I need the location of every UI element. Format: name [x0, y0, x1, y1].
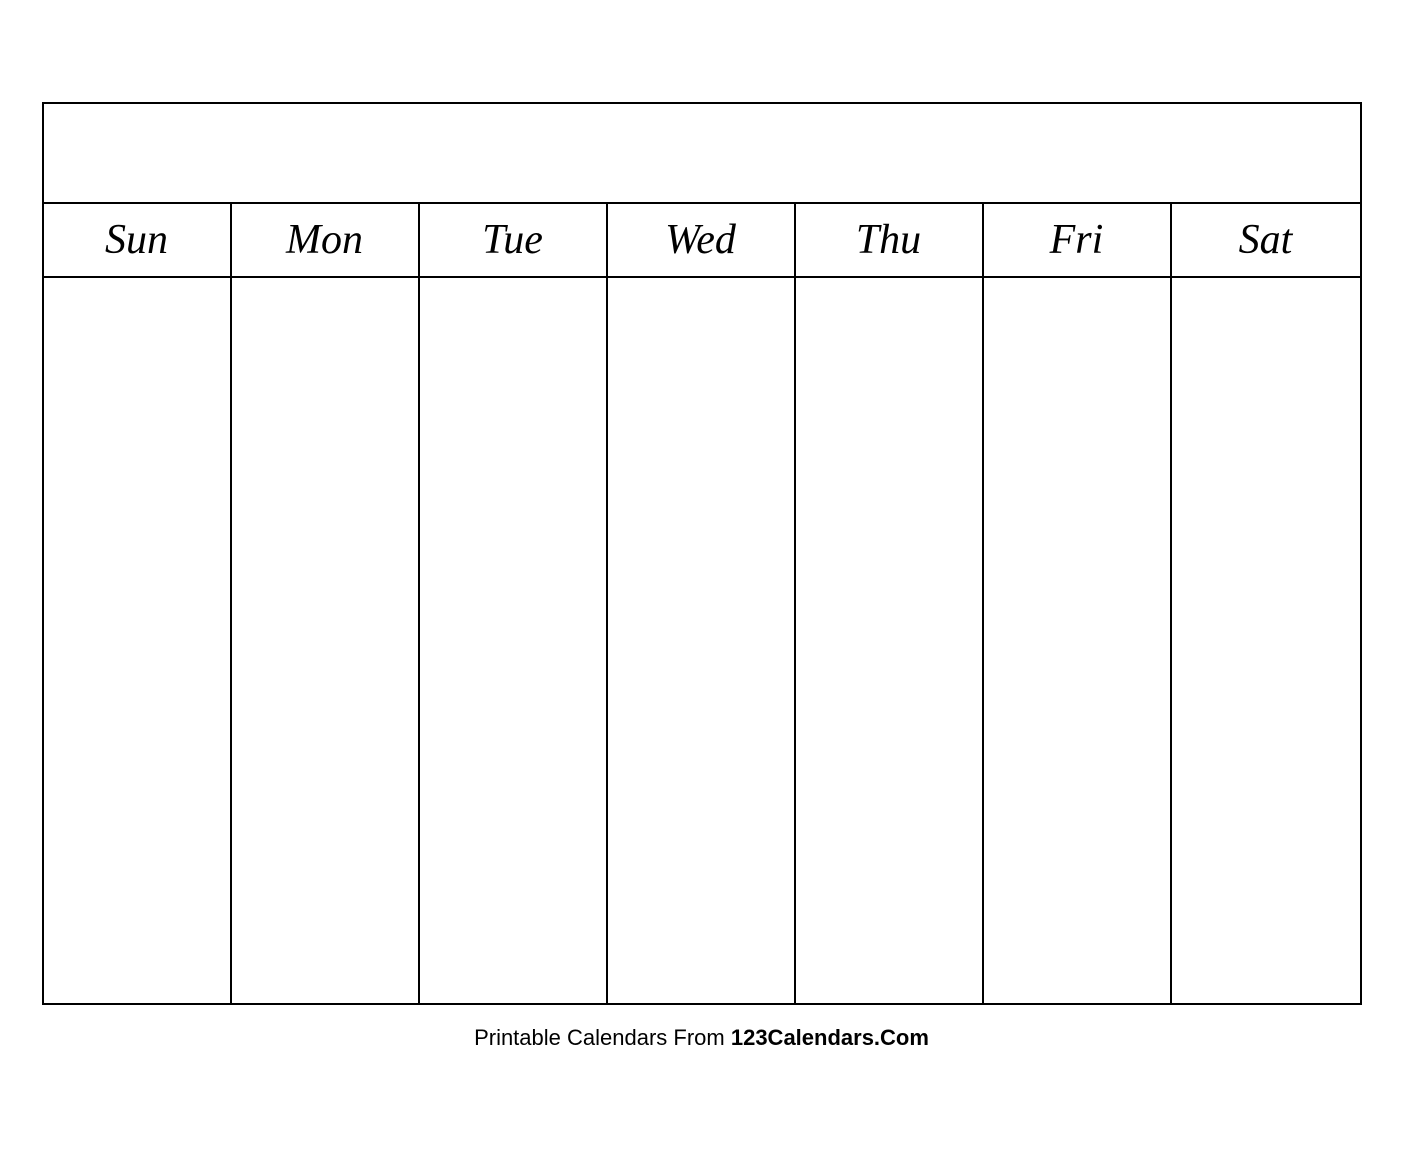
day-header-tue: Tue — [420, 204, 608, 276]
calendar-cell[interactable] — [984, 278, 1172, 423]
calendar-title-row — [44, 104, 1360, 204]
calendar-cell[interactable] — [232, 278, 420, 423]
calendar-cell[interactable] — [608, 713, 796, 858]
calendar-cell[interactable] — [420, 858, 608, 1003]
calendar-cell[interactable] — [796, 278, 984, 423]
calendar-cell[interactable] — [796, 568, 984, 713]
calendar-cell[interactable] — [420, 278, 608, 423]
calendar-cell[interactable] — [608, 278, 796, 423]
calendar-cell[interactable] — [1172, 423, 1360, 568]
footer-bold-text: 123Calendars.Com — [731, 1025, 929, 1050]
calendar-cell[interactable] — [1172, 858, 1360, 1003]
calendar-cell[interactable] — [44, 858, 232, 1003]
day-header-sat: Sat — [1172, 204, 1360, 276]
calendar-cell[interactable] — [44, 423, 232, 568]
calendar-cell[interactable] — [1172, 278, 1360, 423]
calendar-container: Sun Mon Tue Wed Thu Fri Sat — [42, 102, 1362, 1005]
calendar-header: Sun Mon Tue Wed Thu Fri Sat — [44, 204, 1360, 278]
footer-normal-text: Printable Calendars From — [474, 1025, 731, 1050]
calendar-cell[interactable] — [608, 568, 796, 713]
calendar-cell[interactable] — [44, 713, 232, 858]
day-header-thu: Thu — [796, 204, 984, 276]
calendar-cell[interactable] — [608, 423, 796, 568]
calendar-cell[interactable] — [984, 713, 1172, 858]
calendar-cell[interactable] — [420, 568, 608, 713]
calendar-cell[interactable] — [232, 568, 420, 713]
calendar-cell[interactable] — [1172, 713, 1360, 858]
calendar-cell[interactable] — [984, 568, 1172, 713]
calendar-row-2 — [44, 423, 1360, 568]
calendar-row-1 — [44, 278, 1360, 423]
page-wrapper: Sun Mon Tue Wed Thu Fri Sat — [0, 0, 1403, 1153]
calendar-cell[interactable] — [608, 858, 796, 1003]
calendar-cell[interactable] — [420, 713, 608, 858]
calendar-row-4 — [44, 713, 1360, 858]
calendar-cell[interactable] — [984, 423, 1172, 568]
day-header-fri: Fri — [984, 204, 1172, 276]
calendar-row-3 — [44, 568, 1360, 713]
calendar-row-5 — [44, 858, 1360, 1003]
calendar-cell[interactable] — [984, 858, 1172, 1003]
calendar-cell[interactable] — [796, 713, 984, 858]
calendar-cell[interactable] — [232, 713, 420, 858]
day-header-mon: Mon — [232, 204, 420, 276]
day-header-wed: Wed — [608, 204, 796, 276]
footer-text: Printable Calendars From 123Calendars.Co… — [474, 1025, 929, 1051]
calendar-body — [44, 278, 1360, 1003]
calendar-cell[interactable] — [796, 858, 984, 1003]
calendar-cell[interactable] — [44, 278, 232, 423]
calendar-cell[interactable] — [44, 568, 232, 713]
calendar-cell[interactable] — [796, 423, 984, 568]
calendar-cell[interactable] — [1172, 568, 1360, 713]
calendar-cell[interactable] — [232, 423, 420, 568]
calendar-cell[interactable] — [232, 858, 420, 1003]
day-header-sun: Sun — [44, 204, 232, 276]
calendar-cell[interactable] — [420, 423, 608, 568]
